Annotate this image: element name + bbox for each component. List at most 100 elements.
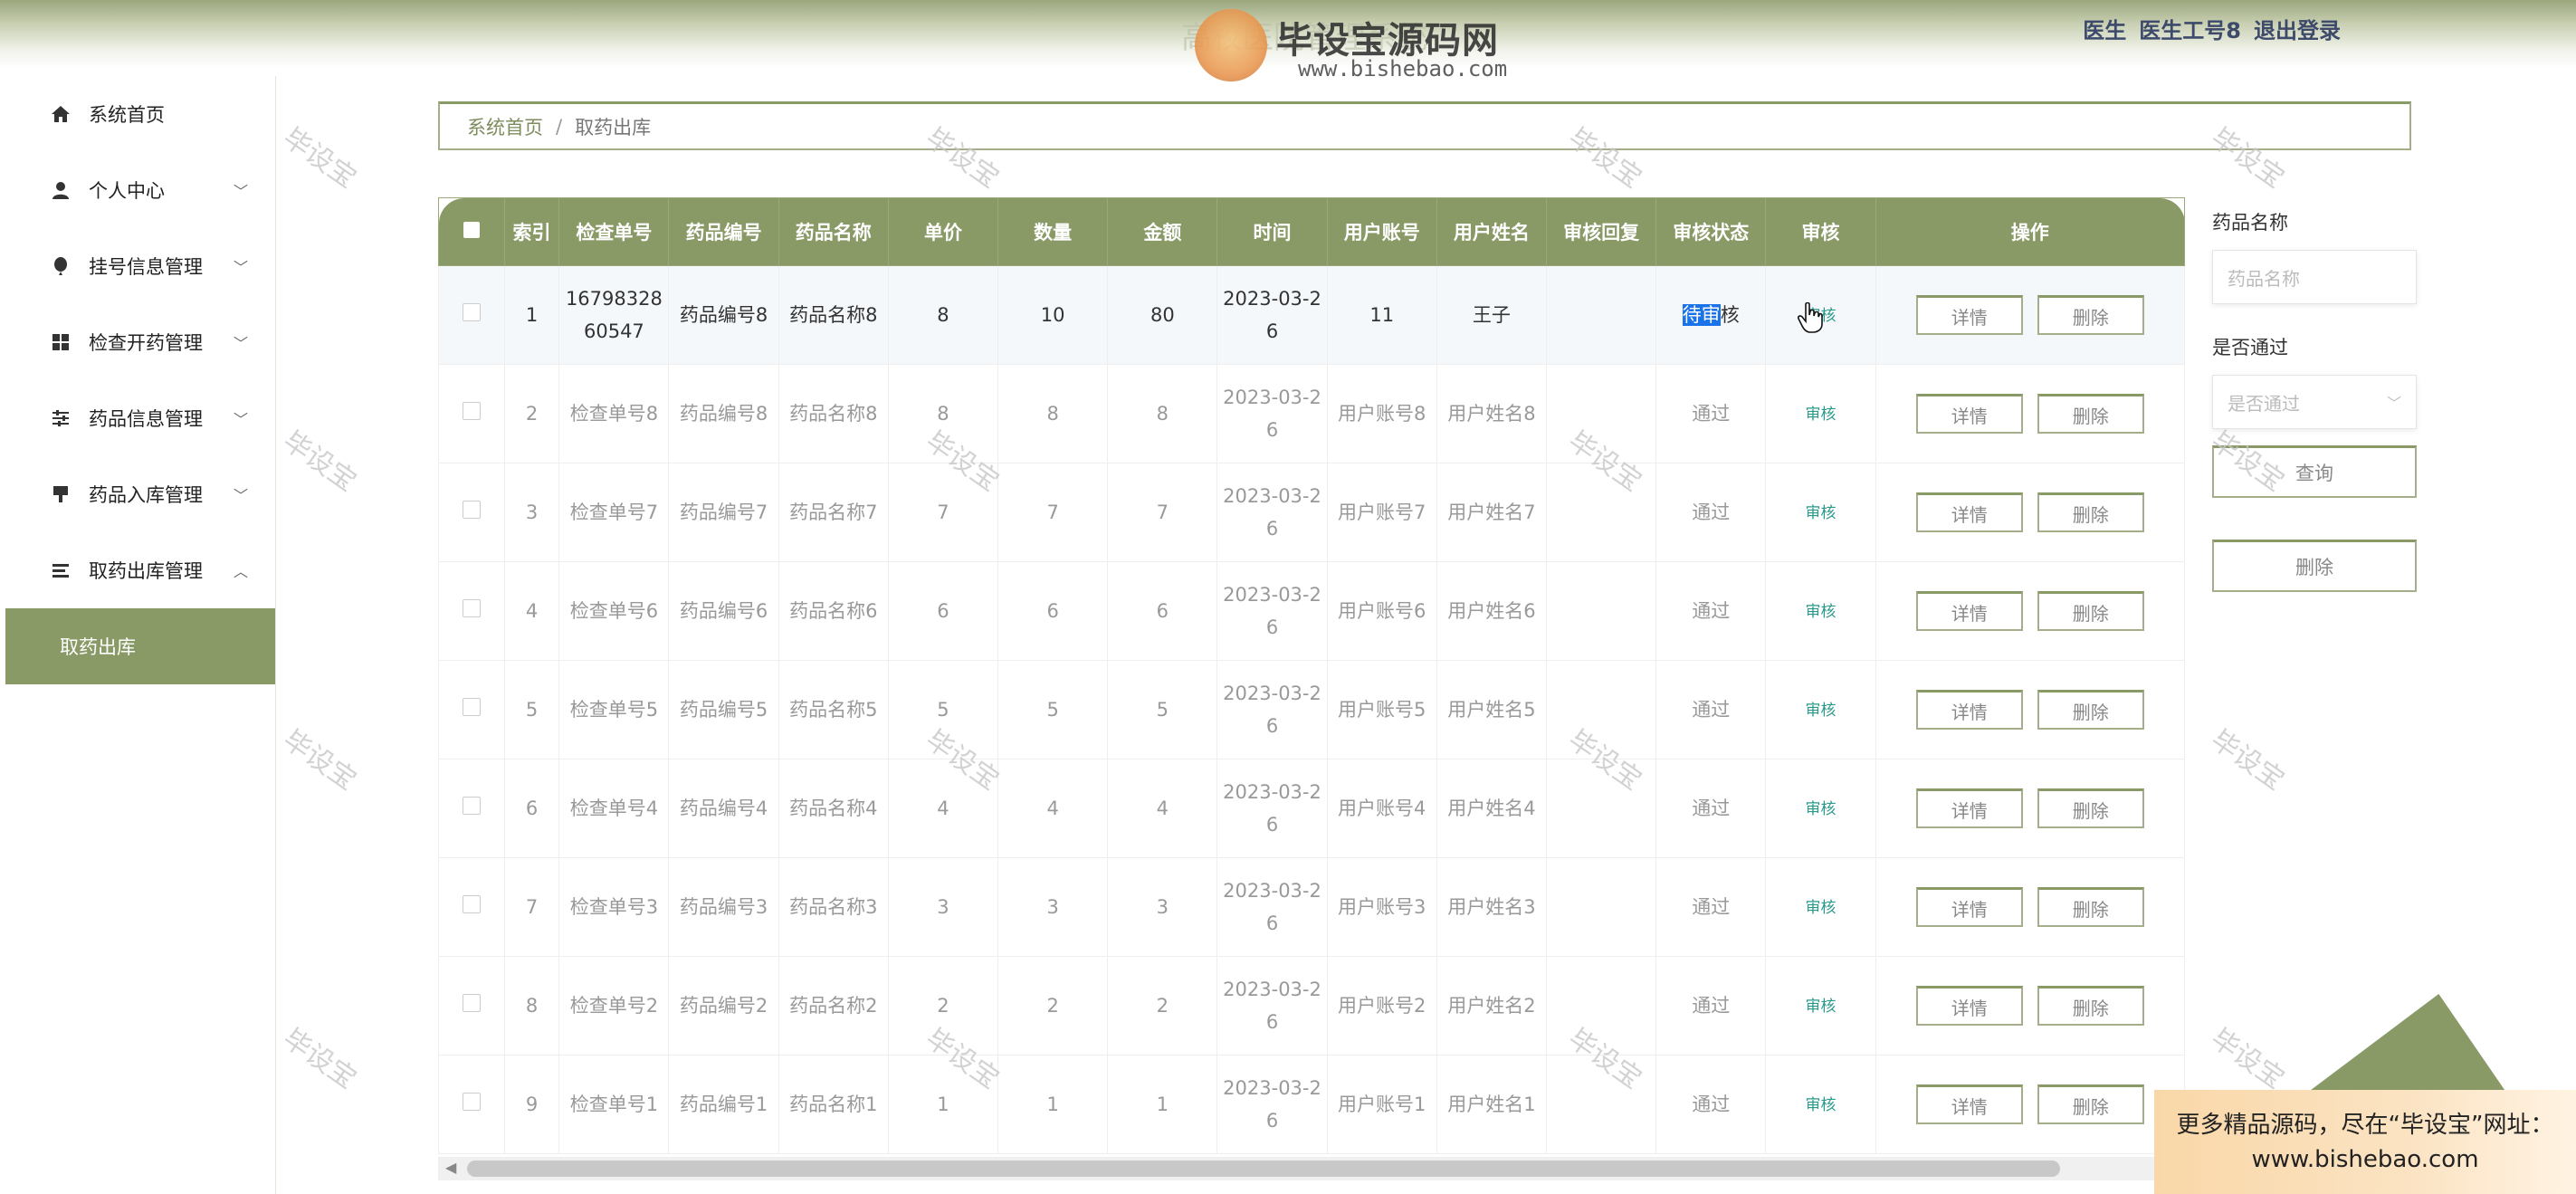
audit-link[interactable]: 审核 <box>1805 702 1836 720</box>
delete-button[interactable]: 删除 <box>2037 1084 2144 1124</box>
cell-qty: 6 <box>997 561 1109 661</box>
row-checkbox[interactable] <box>438 857 505 957</box>
delete-button[interactable]: 删除 <box>2037 492 2144 532</box>
cell-audit: 审核 <box>1765 956 1876 1055</box>
cell-price: 7 <box>887 463 999 562</box>
watermark: 毕设宝 <box>2205 1022 2290 1096</box>
row-checkbox[interactable] <box>438 463 505 562</box>
cell-amount: 8 <box>1107 364 1218 463</box>
cell-actions: 详情 删除 <box>1875 364 2185 463</box>
row-checkbox[interactable] <box>438 364 505 463</box>
col-header: 用户姓名 <box>1436 197 1547 266</box>
sidebar-item-registration[interactable]: 挂号信息管理 ﹀ <box>5 228 275 304</box>
row-checkbox[interactable] <box>438 660 505 759</box>
row-checkbox[interactable] <box>438 759 505 858</box>
detail-button[interactable]: 详情 <box>1915 887 2023 927</box>
cell-name: 用户姓名5 <box>1436 660 1547 759</box>
audit-link[interactable]: 审核 <box>1805 998 1836 1016</box>
cell-reply <box>1545 463 1657 562</box>
audit-link[interactable]: 审核 <box>1805 800 1836 818</box>
cell-reply <box>1545 364 1657 463</box>
audit-link[interactable]: 审核 <box>1805 406 1836 424</box>
grid-icon <box>47 329 74 356</box>
delete-button[interactable]: 删除 <box>2037 295 2144 335</box>
cell-account: 用户账号7 <box>1326 463 1437 562</box>
cell-check-no: 检查单号4 <box>558 759 670 858</box>
cell-drug-no: 药品编号7 <box>668 463 779 562</box>
scroll-left-icon[interactable]: ◀ <box>445 1159 456 1176</box>
row-checkbox[interactable] <box>438 956 505 1055</box>
delete-button[interactable]: 删除 <box>2037 887 2144 927</box>
delete-button[interactable]: 删除 <box>2037 591 2144 631</box>
delete-button[interactable]: 删除 <box>2037 394 2144 434</box>
cell-time: 2023-03-26 <box>1216 463 1328 562</box>
drug-name-input[interactable]: 药品名称 <box>2212 250 2417 304</box>
watermark: 毕设宝 <box>277 425 362 499</box>
pass-select[interactable]: 是否通过 ﹀ <box>2212 375 2417 429</box>
batch-delete-button[interactable]: 删除 <box>2212 540 2417 592</box>
table-row: 5 检查单号5 药品编号5 药品名称5 5 5 5 2023-03-26 用户账… <box>438 660 2185 759</box>
cell-amount: 6 <box>1107 561 1218 661</box>
table-row: 9 检查单号1 药品编号1 药品名称1 1 1 1 2023-03-26 用户账… <box>438 1055 2185 1154</box>
audit-link[interactable]: 审核 <box>1805 1096 1836 1114</box>
cell-actions: 详情 删除 <box>1875 660 2185 759</box>
logout-link[interactable]: 退出登录 <box>2254 13 2341 44</box>
chevron-down-icon: ﹀ <box>233 487 248 504</box>
sidebar-item-drug-info[interactable]: 药品信息管理 ﹀ <box>5 380 275 456</box>
cell-drug-name: 药品名称8 <box>778 364 889 463</box>
horizontal-scrollbar[interactable]: ◀ <box>438 1157 2185 1180</box>
select-all-checkbox[interactable] <box>438 197 505 266</box>
sidebar-item-drug-outbound[interactable]: 取药出库管理 ︿ <box>5 532 275 608</box>
row-checkbox[interactable] <box>438 561 505 661</box>
detail-button[interactable]: 详情 <box>1915 394 2023 434</box>
audit-link[interactable]: 审核 <box>1805 899 1836 917</box>
audit-link[interactable]: 审核 <box>1805 603 1836 621</box>
sidebar-item-drug-inbound[interactable]: 药品入库管理 ﹀ <box>5 456 275 532</box>
cell-time: 2023-03-26 <box>1216 857 1328 957</box>
sidebar-item-label: 个人中心 <box>89 180 165 202</box>
cell-actions: 详情 删除 <box>1875 561 2185 661</box>
cell-drug-no: 药品编号1 <box>668 1055 779 1154</box>
query-button[interactable]: 查询 <box>2212 445 2417 498</box>
promo-line1: 更多精品源码，尽在“毕设宝”网址： <box>2176 1111 2554 1139</box>
scrollbar-thumb[interactable] <box>467 1161 2060 1177</box>
cell-audit: 审核 <box>1765 660 1876 759</box>
cell-drug-no: 药品编号4 <box>668 759 779 858</box>
row-checkbox[interactable] <box>438 265 505 365</box>
filter-panel: 药品名称 药品名称 是否通过 是否通过 ﹀ 查询 删除 <box>2212 208 2417 634</box>
delete-button[interactable]: 删除 <box>2037 690 2144 730</box>
detail-button[interactable]: 详情 <box>1915 986 2023 1026</box>
sidebar-item-profile[interactable]: 个人中心 ﹀ <box>5 152 275 228</box>
cell-account: 用户账号3 <box>1326 857 1437 957</box>
breadcrumb-current: 取药出库 <box>575 116 652 139</box>
detail-button[interactable]: 详情 <box>1915 788 2023 828</box>
sidebar-subitem-drug-outbound[interactable]: 取药出库 <box>5 608 275 684</box>
delete-button[interactable]: 删除 <box>2037 986 2144 1026</box>
audit-link[interactable]: 审核 <box>1805 504 1836 522</box>
sidebar-item-home[interactable]: 系统首页 <box>5 76 275 152</box>
cell-qty: 3 <box>997 857 1109 957</box>
row-checkbox[interactable] <box>438 1055 505 1154</box>
cell-drug-name: 药品名称2 <box>778 956 889 1055</box>
detail-button[interactable]: 详情 <box>1915 1084 2023 1124</box>
drug-name-placeholder: 药品名称 <box>2228 267 2300 290</box>
detail-button[interactable]: 详情 <box>1915 591 2023 631</box>
data-table: 索引 检查单号 药品编号 药品名称 单价 数量 金额 时间 用户账号 用户姓名 … <box>438 197 2185 1180</box>
cell-status: 待审核 <box>1655 265 1767 365</box>
detail-button[interactable]: 详情 <box>1915 690 2023 730</box>
cell-status: 通过 <box>1655 561 1767 661</box>
pass-placeholder: 是否通过 <box>2228 392 2300 415</box>
cell-amount: 3 <box>1107 857 1218 957</box>
logo-url: www.bishebao.com <box>1298 56 1508 81</box>
detail-button[interactable]: 详情 <box>1915 295 2023 335</box>
breadcrumb-home[interactable]: 系统首页 <box>467 113 543 140</box>
delete-button[interactable]: 删除 <box>2037 788 2144 828</box>
cell-time: 2023-03-26 <box>1216 956 1328 1055</box>
detail-button[interactable]: 详情 <box>1915 492 2023 532</box>
sidebar-item-prescription[interactable]: 检查开药管理 ﹀ <box>5 304 275 380</box>
cell-reply <box>1545 759 1657 858</box>
cell-name: 用户姓名2 <box>1436 956 1547 1055</box>
user-icon <box>47 177 74 204</box>
col-header: 单价 <box>887 197 999 266</box>
user-name: 医生工号8 <box>2139 18 2241 43</box>
